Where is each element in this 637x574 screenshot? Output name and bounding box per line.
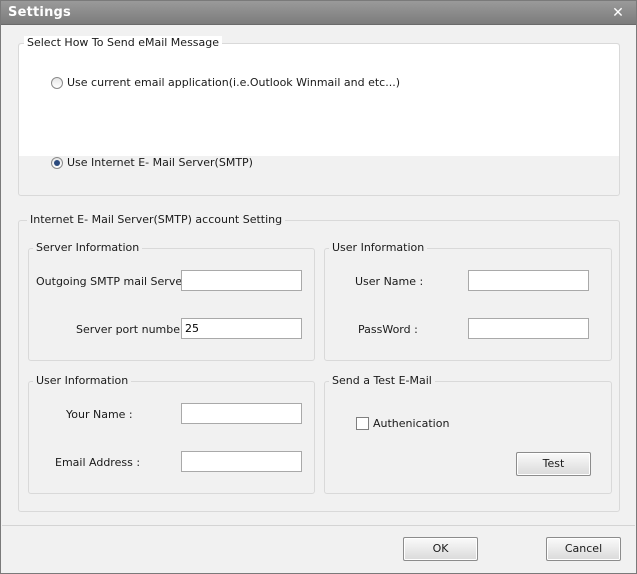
username-input[interactable]: [468, 270, 589, 291]
radio-smtp-server-label: Use Internet E- Mail Server(SMTP): [67, 156, 253, 169]
settings-dialog: Settings ✕ Select How To Send eMail Mess…: [0, 0, 637, 574]
test-email-legend: Send a Test E-Mail: [329, 374, 435, 387]
email-address-label: Email Address :: [55, 456, 141, 469]
radio-smtp-server-indicator[interactable]: [51, 156, 63, 169]
send-method-group: Select How To Send eMail Message Use cur…: [18, 36, 620, 196]
close-icon[interactable]: ✕: [610, 5, 626, 21]
send-method-white-area: [19, 44, 619, 156]
window-title: Settings: [8, 5, 71, 20]
outgoing-server-input[interactable]: [181, 270, 302, 291]
outgoing-server-label: Outgoing SMTP mail Server:: [36, 275, 191, 288]
radio-current-email-app-label: Use current email application(i.e.Outloo…: [67, 76, 400, 89]
authentication-checkbox[interactable]: [356, 417, 369, 430]
send-method-legend: Select How To Send eMail Message: [24, 36, 223, 49]
user-info-sender-group: User Information Your Name : Email Addre…: [28, 374, 315, 494]
radio-smtp-server[interactable]: Use Internet E- Mail Server(SMTP): [51, 156, 253, 169]
server-info-group: Server Information Outgoing SMTP mail Se…: [28, 241, 315, 361]
test-email-group: Send a Test E-Mail Authenication Test: [324, 374, 612, 494]
username-label: User Name :: [355, 275, 424, 288]
footer-divider: [2, 525, 635, 526]
password-label: PassWord :: [358, 323, 418, 336]
radio-current-email-app[interactable]: Use current email application(i.e.Outloo…: [51, 76, 400, 89]
radio-current-email-app-indicator[interactable]: [51, 76, 63, 89]
user-info-sender-legend: User Information: [33, 374, 132, 387]
test-button[interactable]: Test: [516, 452, 591, 476]
your-name-input[interactable]: [181, 403, 302, 424]
email-address-input[interactable]: [181, 451, 302, 472]
cancel-button[interactable]: Cancel: [546, 537, 621, 561]
user-info-auth-legend: User Information: [329, 241, 428, 254]
authentication-checkbox-row[interactable]: Authenication: [356, 417, 449, 430]
user-info-auth-group: User Information User Name : PassWord :: [324, 241, 612, 361]
authentication-label: Authenication: [373, 417, 450, 430]
server-port-input[interactable]: 25: [181, 318, 302, 339]
smtp-account-legend: Internet E- Mail Server(SMTP) account Se…: [27, 213, 286, 226]
ok-button[interactable]: OK: [403, 537, 478, 561]
server-info-legend: Server Information: [33, 241, 143, 254]
server-port-label: Server port number :: [76, 323, 192, 336]
title-bar[interactable]: Settings ✕: [1, 1, 636, 25]
your-name-label: Your Name :: [66, 408, 133, 421]
password-input[interactable]: [468, 318, 589, 339]
smtp-account-group: Internet E- Mail Server(SMTP) account Se…: [18, 213, 620, 512]
